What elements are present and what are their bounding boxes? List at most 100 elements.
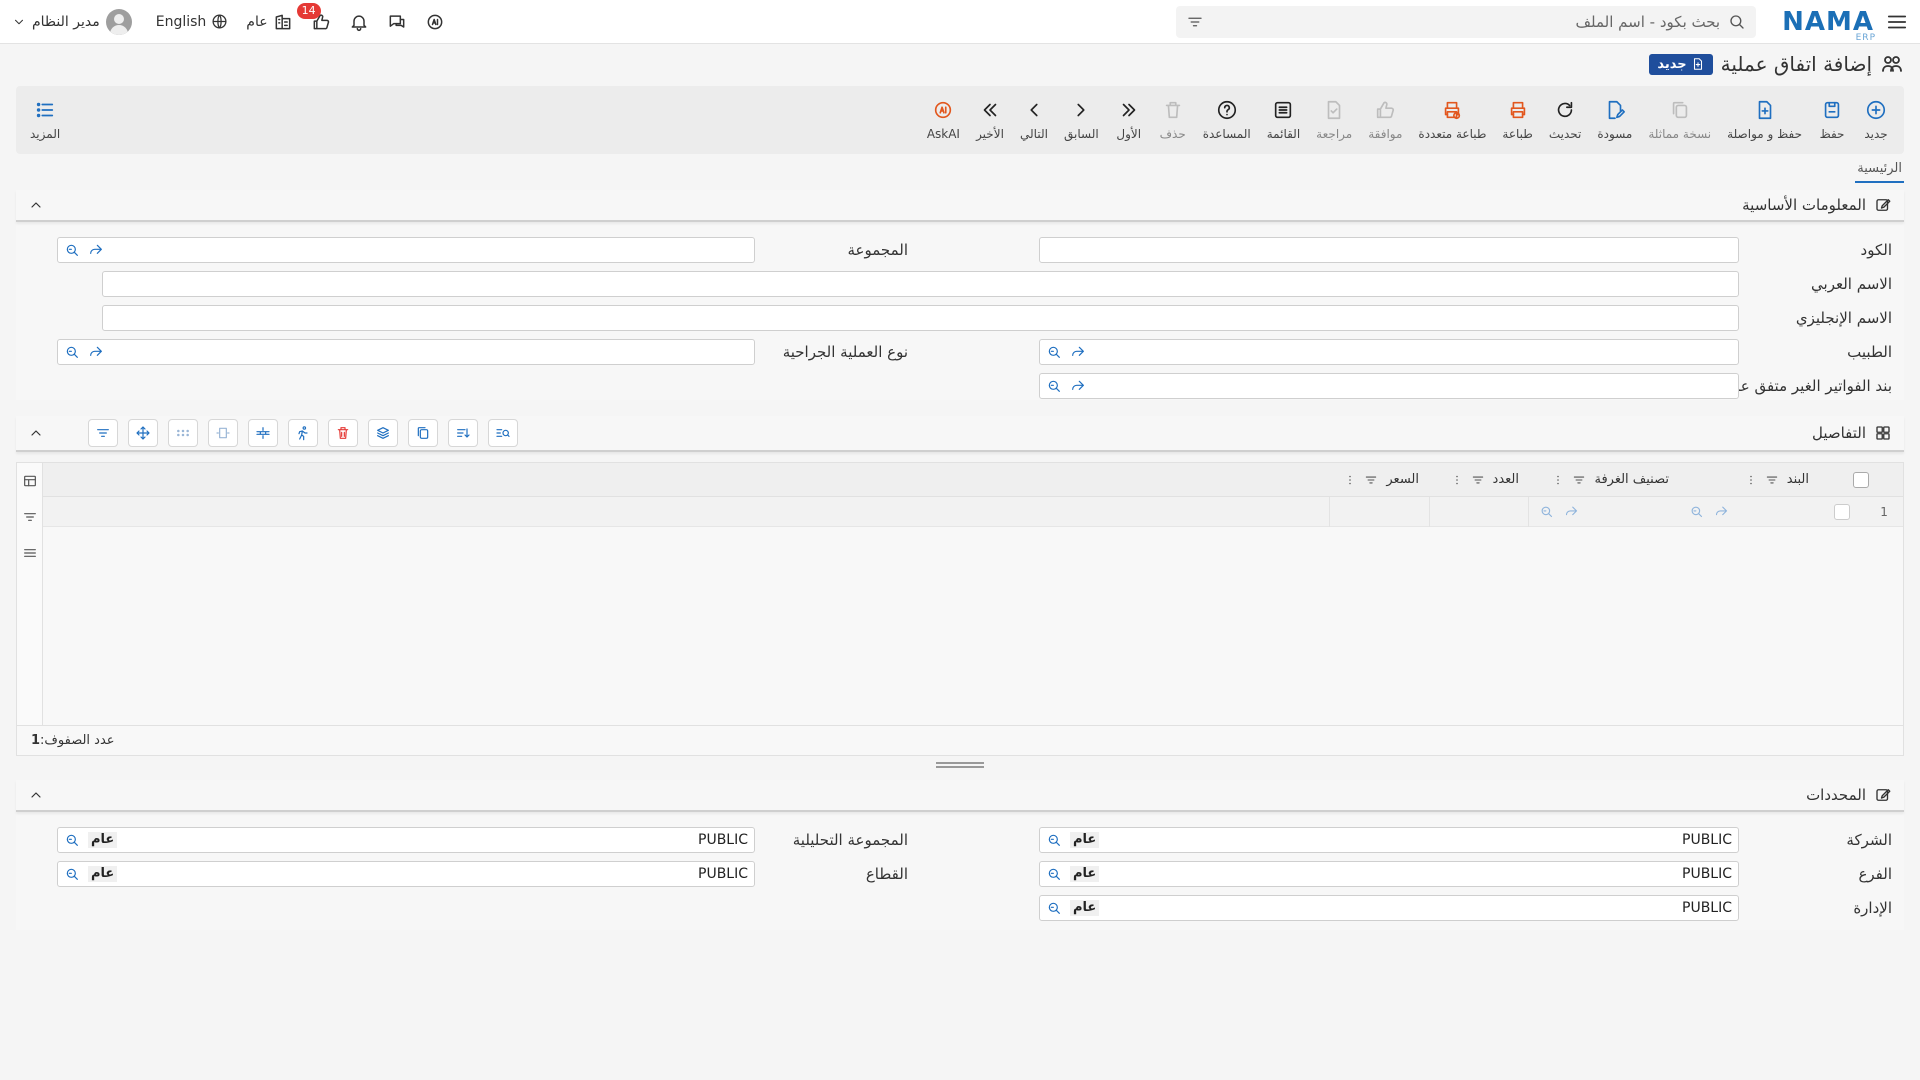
doctor-input[interactable] — [1039, 339, 1739, 365]
fit-columns-button[interactable] — [208, 419, 238, 447]
branch-tag: عام — [1070, 866, 1100, 882]
multi-print-button[interactable]: طباعة متعددة — [1410, 89, 1494, 151]
save-button[interactable]: حفظ — [1810, 89, 1854, 151]
copy-rows-button[interactable] — [408, 419, 438, 447]
search-refresh-icon — [1541, 506, 1553, 518]
help-button[interactable]: المساعدة — [1195, 89, 1259, 151]
item-cell[interactable] — [1679, 504, 1819, 519]
doctor-field-row: الطبيب — [1039, 339, 1904, 365]
filter-icon[interactable] — [1186, 13, 1204, 31]
section-title: المحددات — [1806, 786, 1866, 804]
search-refresh-icon — [66, 244, 78, 256]
list-button[interactable]: القائمة — [1259, 89, 1308, 151]
fit-width-icon — [216, 427, 230, 439]
search-input[interactable] — [1212, 12, 1721, 31]
filter-icon[interactable] — [22, 509, 38, 525]
column-header[interactable]: السعر — [1329, 463, 1429, 497]
column-header[interactable]: تصنيف الغرفة — [1529, 463, 1679, 497]
table-insert-icon — [256, 427, 270, 439]
next-button[interactable]: التالي — [1012, 89, 1056, 151]
review-button[interactable]: مراجعة — [1308, 89, 1360, 151]
previous-button[interactable]: السابق — [1056, 89, 1107, 151]
analytic-group-input[interactable]: PUBLIC عام — [57, 827, 755, 853]
surgery-type-input[interactable] — [57, 339, 755, 365]
english-name-input[interactable] — [102, 305, 1739, 331]
chat-icon[interactable] — [387, 12, 407, 32]
document-plus-icon — [1758, 100, 1771, 120]
department-input[interactable]: PUBLIC عام — [1039, 895, 1739, 921]
double-chevron-left-icon — [983, 103, 997, 117]
refresh-button[interactable]: تحديث — [1541, 89, 1590, 151]
save-continue-button[interactable]: حفظ و مواصلة — [1719, 89, 1810, 151]
resize-handle[interactable] — [936, 760, 984, 770]
collapse-icon[interactable] — [28, 425, 44, 441]
first-button[interactable]: الأول — [1107, 89, 1151, 151]
analytic-group-value: PUBLIC — [698, 832, 748, 848]
layers-button[interactable] — [368, 419, 398, 447]
columns-icon[interactable] — [22, 473, 38, 489]
column-header[interactable]: البند — [1679, 463, 1819, 497]
user-menu[interactable]: مدير النظام — [12, 8, 132, 35]
draft-button[interactable]: مسودة — [1589, 89, 1640, 151]
edit-document-icon — [1608, 100, 1625, 120]
column-header[interactable]: العدد — [1429, 463, 1529, 497]
bell-icon[interactable] — [349, 12, 369, 32]
share-icon — [90, 346, 102, 356]
company-value: PUBLIC — [1682, 832, 1732, 848]
collapse-icon[interactable] — [28, 197, 44, 213]
grid-search-button[interactable] — [488, 419, 518, 447]
user-name: مدير النظام — [32, 13, 100, 30]
logo[interactable]: NAMA ERP — [1782, 9, 1875, 43]
running-icon — [298, 426, 308, 441]
delete-rows-button[interactable] — [328, 419, 358, 447]
grid-dots-button[interactable] — [168, 419, 198, 447]
search-box[interactable] — [1176, 5, 1757, 38]
approve-button[interactable]: موافقة — [1360, 89, 1410, 151]
table-row[interactable]: 1 — [43, 496, 1903, 527]
menu-icon[interactable] — [1886, 11, 1908, 33]
branch-input[interactable]: PUBLIC عام — [1039, 861, 1739, 887]
move-button[interactable] — [128, 419, 158, 447]
more-button[interactable]: المزيد — [22, 89, 68, 151]
run-button[interactable] — [288, 419, 318, 447]
refresh-icon — [1557, 101, 1573, 118]
row-checkbox[interactable] — [1834, 503, 1851, 520]
non-agreed-item-input[interactable] — [1039, 373, 1739, 399]
collapse-icon[interactable] — [28, 787, 44, 803]
thumbs-up-icon[interactable]: 14 — [296, 2, 331, 32]
code-input[interactable] — [1039, 237, 1739, 263]
share-icon — [1565, 506, 1578, 516]
tab-main[interactable]: الرئيسية — [1855, 161, 1904, 183]
askai-button[interactable]: AskAI — [919, 89, 968, 151]
thumbs-up-icon — [1377, 101, 1395, 119]
print-button[interactable]: طباعة — [1494, 89, 1540, 151]
dimensions-header: المحددات — [16, 780, 1904, 812]
details-header: التفاصيل — [16, 416, 1904, 452]
company-field-row: الشركة PUBLIC عام — [1039, 827, 1904, 853]
last-button[interactable]: الأخير — [968, 89, 1012, 151]
room-class-cell[interactable] — [1529, 504, 1679, 519]
select-all-checkbox[interactable] — [1853, 471, 1869, 488]
duplicate-button[interactable]: نسخة مماثلة — [1640, 89, 1719, 151]
menu-lines-icon[interactable] — [22, 545, 38, 561]
language-switch[interactable]: English — [156, 13, 229, 30]
ai-assistant-icon[interactable] — [425, 12, 445, 32]
sector-input[interactable]: PUBLIC عام — [57, 861, 755, 887]
avatar — [105, 8, 132, 35]
arabic-name-input[interactable] — [102, 271, 1739, 297]
company-input[interactable]: PUBLIC عام — [1039, 827, 1739, 853]
dots-grid-icon — [177, 429, 189, 437]
count-cell[interactable] — [1429, 496, 1529, 527]
agreement-icon — [1880, 52, 1904, 76]
sort-rows-button[interactable] — [448, 419, 478, 447]
new-button[interactable]: جديد — [1854, 89, 1898, 151]
english-name-label: الاسم الإنجليزي — [1795, 309, 1892, 327]
price-cell[interactable] — [1329, 496, 1429, 527]
ai-icon — [935, 101, 952, 119]
group-input[interactable] — [57, 237, 755, 263]
share-icon — [1072, 346, 1084, 356]
filter-rows-button[interactable] — [88, 419, 118, 447]
delete-button[interactable]: حذف — [1151, 89, 1195, 151]
insert-row-button[interactable] — [248, 419, 278, 447]
context-selector[interactable]: عام — [246, 12, 292, 32]
